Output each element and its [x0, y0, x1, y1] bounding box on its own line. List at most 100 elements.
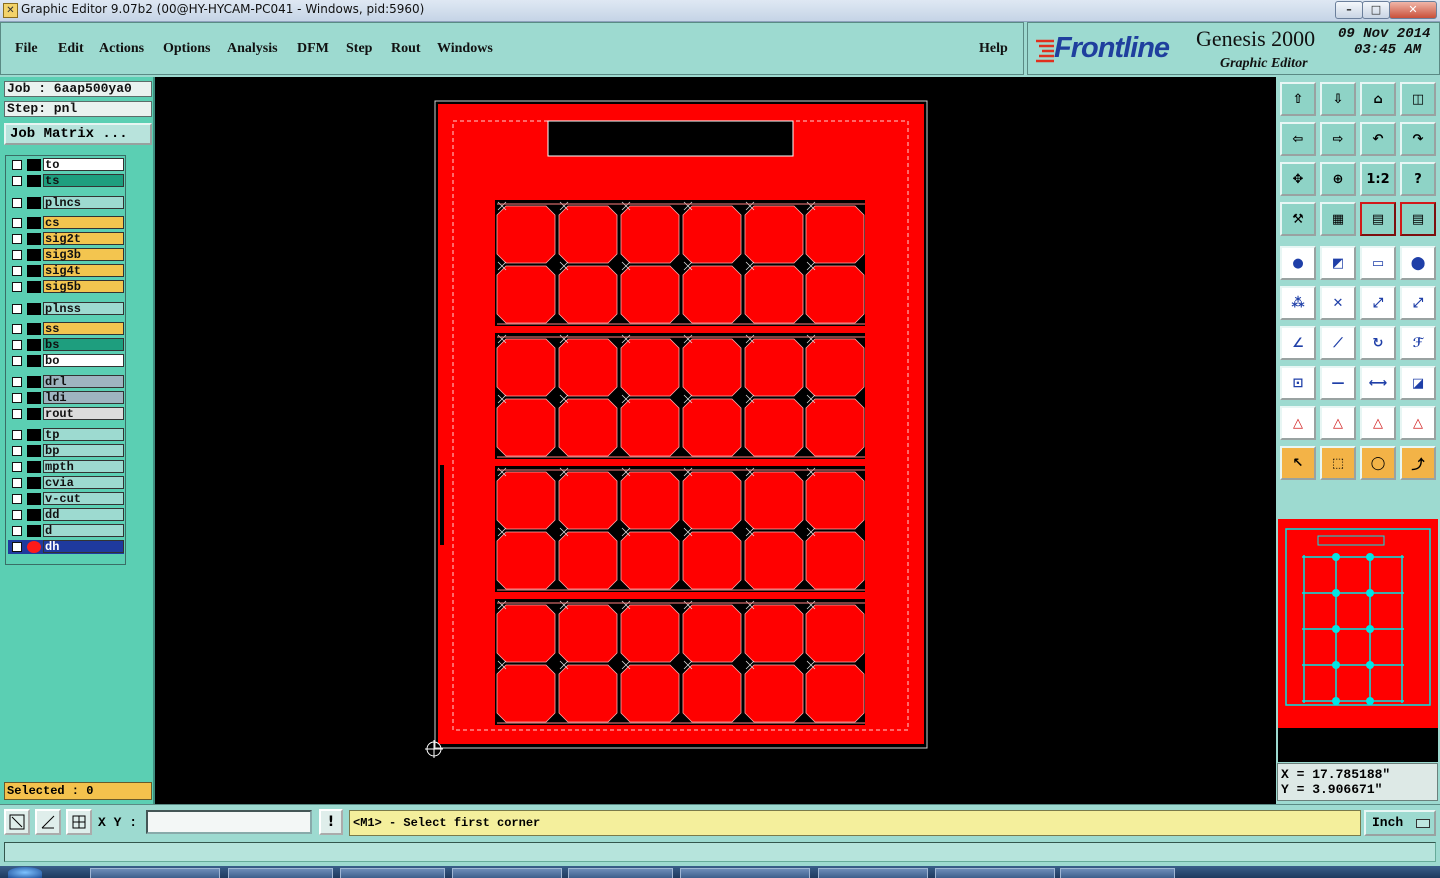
layer-name[interactable]: d — [43, 524, 124, 537]
dimension-icon[interactable]: ⟷ — [1360, 366, 1396, 400]
shape-icon[interactable]: ◪ — [1400, 366, 1436, 400]
layer-checkbox[interactable] — [12, 282, 22, 292]
layer-row-cs[interactable]: cs — [8, 216, 124, 230]
layer-name[interactable]: dh — [43, 540, 124, 553]
layer-row-v-cut[interactable]: v-cut — [8, 492, 124, 506]
minimize-button[interactable]: – — [1335, 1, 1363, 19]
layers-red-icon[interactable]: ▤ — [1360, 202, 1396, 236]
layer-checkbox[interactable] — [12, 510, 22, 520]
taskbar-item[interactable] — [1060, 868, 1175, 878]
cross-icon[interactable]: ✕ — [1320, 286, 1356, 320]
help-icon[interactable]: ? — [1400, 162, 1436, 196]
triangle-4-icon[interactable]: △ — [1400, 406, 1436, 440]
layers-red-2-icon[interactable]: ▤ — [1400, 202, 1436, 236]
home-view-icon[interactable]: ⌂ — [1360, 82, 1396, 116]
pan-right-icon[interactable]: ⇨ — [1320, 122, 1356, 156]
zoom-profile-icon[interactable]: ⊕ — [1320, 162, 1356, 196]
select-arrow-icon[interactable]: ↖ — [1280, 446, 1316, 480]
layer-checkbox[interactable] — [12, 198, 22, 208]
layer-row-sig3b[interactable]: sig3b — [8, 248, 124, 262]
menu-windows[interactable]: Windows — [437, 41, 493, 57]
layer-row-bo[interactable]: bo — [8, 354, 124, 368]
taskbar-item[interactable] — [935, 868, 1055, 878]
layer-checkbox[interactable] — [12, 266, 22, 276]
layer-row-drl[interactable]: drl — [8, 375, 124, 389]
layer-name[interactable]: to — [43, 158, 124, 171]
horizontal-line-icon[interactable]: — — [1320, 366, 1356, 400]
taskbar-item[interactable] — [452, 868, 562, 878]
node-icon[interactable]: ⁂ — [1280, 286, 1316, 320]
layer-checkbox[interactable] — [12, 409, 22, 419]
layer-name[interactable]: bp — [43, 444, 124, 457]
layer-row-plnss[interactable]: plnss — [8, 302, 124, 316]
job-matrix-button[interactable]: Job Matrix ... — [4, 123, 152, 145]
menu-help[interactable]: Help — [979, 41, 1008, 57]
layer-checkbox[interactable] — [12, 218, 22, 228]
layer-row-sig4t[interactable]: sig4t — [8, 264, 124, 278]
layer-checkbox[interactable] — [12, 430, 22, 440]
layer-name[interactable]: bo — [43, 354, 124, 367]
menu-edit[interactable]: Edit — [58, 41, 84, 57]
text-ff-icon[interactable]: ℱ — [1400, 326, 1436, 360]
layer-checkbox[interactable] — [12, 160, 22, 170]
ruler-icon[interactable]: ▭ — [1360, 246, 1396, 280]
layer-name[interactable]: ss — [43, 322, 124, 335]
menu-actions[interactable]: Actions — [99, 41, 144, 57]
layer-row-bs[interactable]: bs — [8, 338, 124, 352]
layer-name[interactable]: sig2t — [43, 232, 124, 245]
arc-icon[interactable]: ↻ — [1360, 326, 1396, 360]
redo-zoom-icon[interactable]: ↷ — [1400, 122, 1436, 156]
layer-name[interactable]: plncs — [43, 196, 124, 209]
layer-checkbox[interactable] — [12, 526, 22, 536]
layer-name[interactable]: cvia — [43, 476, 124, 489]
snap-grid-icon[interactable] — [66, 809, 92, 835]
layer-name[interactable]: ldi — [43, 391, 124, 404]
layer-checkbox[interactable] — [12, 377, 22, 387]
layer-checkbox[interactable] — [12, 250, 22, 260]
graphic-canvas[interactable] — [155, 77, 1276, 804]
grid-icon[interactable]: ▦ — [1320, 202, 1356, 236]
triangle-3-icon[interactable]: △ — [1360, 406, 1396, 440]
layer-name[interactable]: sig4t — [43, 264, 124, 277]
zoom-fit-icon[interactable]: ✥ — [1280, 162, 1316, 196]
layer-name[interactable]: drl — [43, 375, 124, 388]
pan-down-icon[interactable]: ⇩ — [1320, 82, 1356, 116]
select-circle-icon[interactable]: ◯ — [1360, 446, 1396, 480]
layer-checkbox[interactable] — [12, 234, 22, 244]
layer-name[interactable]: v-cut — [43, 492, 124, 505]
layer-checkbox[interactable] — [12, 393, 22, 403]
line-icon[interactable]: ◩ — [1320, 246, 1356, 280]
layer-row-plncs[interactable]: plncs — [8, 196, 124, 210]
layer-row-dh[interactable]: dh — [8, 540, 124, 554]
layer-name[interactable]: ts — [43, 174, 124, 187]
layer-name[interactable]: mpth — [43, 460, 124, 473]
layer-row-sig5b[interactable]: sig5b — [8, 280, 124, 294]
taskbar-item[interactable] — [90, 868, 220, 878]
taskbar-item[interactable] — [680, 868, 810, 878]
alert-icon[interactable]: ! — [319, 809, 343, 835]
zoom-home-icon[interactable]: ⇧ — [1280, 82, 1316, 116]
layer-row-to[interactable]: to — [8, 158, 124, 172]
start-orb-icon[interactable] — [8, 867, 42, 878]
connect-2-icon[interactable]: ⤢ — [1400, 286, 1436, 320]
menu-analysis[interactable]: Analysis — [227, 41, 278, 57]
overview-map[interactable] — [1278, 519, 1438, 728]
layer-checkbox[interactable] — [12, 324, 22, 334]
triangle-2-icon[interactable]: △ — [1320, 406, 1356, 440]
close-button[interactable]: ✕ — [1389, 1, 1437, 19]
layer-checkbox[interactable] — [12, 356, 22, 366]
layer-checkbox[interactable] — [12, 446, 22, 456]
layer-checkbox[interactable] — [12, 542, 22, 552]
taskbar-item[interactable] — [228, 868, 333, 878]
unit-selector[interactable]: Inch — [1364, 810, 1436, 836]
xy-input[interactable] — [146, 810, 312, 834]
layer-row-ss[interactable]: ss — [8, 322, 124, 336]
layer-name[interactable]: cs — [43, 216, 124, 229]
layer-name[interactable]: bs — [43, 338, 124, 351]
taskbar-item[interactable] — [340, 868, 445, 878]
layer-row-cvia[interactable]: cvia — [8, 476, 124, 490]
layer-checkbox[interactable] — [12, 462, 22, 472]
taskbar-item[interactable] — [568, 868, 673, 878]
layer-row-rout[interactable]: rout — [8, 407, 124, 421]
taskbar-item[interactable] — [818, 868, 928, 878]
